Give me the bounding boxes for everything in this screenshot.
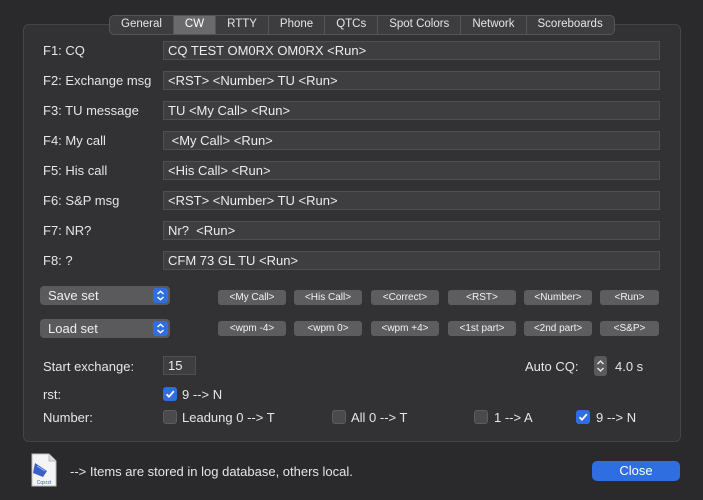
f6-label: F6: S&P msg	[43, 193, 120, 208]
all-0-checkbox[interactable]	[332, 410, 346, 424]
macro-sp-button[interactable]: <S&P>	[600, 321, 659, 336]
f6-message-field[interactable]: <RST> <Number> TU <Run>	[163, 191, 660, 210]
leadung-0-label: Leadung 0 --> T	[182, 410, 275, 425]
f3-label: F3: TU message	[43, 103, 139, 118]
macro-rst-button[interactable]: <RST>	[448, 290, 516, 305]
f8-label: F8: ?	[43, 253, 73, 268]
leadung-0-checkbox[interactable]	[163, 410, 177, 424]
save-set-label: Save set	[48, 288, 99, 303]
macro-his-call-button[interactable]: <His Call>	[294, 290, 362, 305]
app-document-icon: Cqsrzt	[29, 453, 57, 487]
nine-to-n-label: 9 --> N	[596, 410, 637, 425]
macro-correct-button[interactable]: <Correct>	[371, 290, 439, 305]
f7-label: F7: NR?	[43, 223, 92, 238]
rst-label: rst:	[43, 387, 62, 402]
f7-message-field[interactable]: Nr? <Run>	[163, 221, 660, 240]
storage-note: --> Items are stored in log database, ot…	[70, 464, 353, 479]
chevron-updown-icon	[153, 288, 168, 303]
app-icon-text: Cqsrzt	[37, 480, 52, 486]
tab-cw[interactable]: CW	[173, 16, 217, 34]
f2-message-field[interactable]: <RST> <Number> TU <Run>	[163, 71, 660, 90]
nine-to-n-checkbox[interactable]	[576, 410, 590, 424]
one-to-a-label: 1 --> A	[494, 410, 533, 425]
f4-message-field[interactable]: <My Call> <Run>	[163, 131, 660, 150]
one-to-a-checkbox[interactable]	[474, 410, 488, 424]
close-button[interactable]: Close	[592, 461, 680, 481]
load-set-popup[interactable]: Load set	[40, 319, 170, 338]
macro-wpm-0-button[interactable]: <wpm 0>	[294, 321, 362, 336]
macro-run-button[interactable]: <Run>	[600, 290, 659, 305]
number-label: Number:	[43, 410, 93, 425]
tab-bar: General CW RTTY Phone QTCs Spot Colors N…	[109, 15, 615, 35]
all-0-label: All 0 --> T	[351, 410, 408, 425]
rst-9-to-n-label: 9 --> N	[182, 387, 223, 402]
tab-network[interactable]: Network	[461, 16, 527, 34]
f4-label: F4: My call	[43, 133, 106, 148]
macro-number-button[interactable]: <Number>	[524, 290, 592, 305]
chevron-updown-icon	[153, 321, 168, 336]
start-exchange-input[interactable]: 15	[163, 356, 196, 375]
macro-1st-part-button[interactable]: <1st part>	[448, 321, 516, 336]
tab-spot-colors[interactable]: Spot Colors	[378, 16, 462, 34]
tab-general[interactable]: General	[110, 16, 174, 34]
macro-2nd-part-button[interactable]: <2nd part>	[524, 321, 592, 336]
f8-message-field[interactable]: CFM 73 GL TU <Run>	[163, 251, 660, 270]
save-set-popup[interactable]: Save set	[40, 286, 170, 305]
tab-phone[interactable]: Phone	[269, 16, 326, 34]
tab-scoreboards[interactable]: Scoreboards	[527, 16, 614, 34]
rst-9-to-n-checkbox[interactable]	[163, 387, 177, 401]
f5-label: F5: His call	[43, 163, 108, 178]
macro-wpm-minus4-button[interactable]: <wpm -4>	[218, 321, 286, 336]
auto-cq-value: 4.0 s	[615, 359, 644, 374]
start-exchange-label: Start exchange:	[43, 359, 135, 374]
f3-message-field[interactable]: TU <My Call> <Run>	[163, 101, 660, 120]
f5-message-field[interactable]: <His Call> <Run>	[163, 161, 660, 180]
tab-qtcs[interactable]: QTCs	[325, 16, 379, 34]
load-set-label: Load set	[48, 321, 98, 336]
f2-label: F2: Exchange msg	[43, 73, 152, 88]
f1-label: F1: CQ	[43, 43, 85, 58]
macro-wpm-plus4-button[interactable]: <wpm +4>	[371, 321, 439, 336]
tab-rtty[interactable]: RTTY	[216, 16, 269, 34]
auto-cq-label: Auto CQ:	[525, 359, 579, 374]
f1-message-field[interactable]: CQ TEST OM0RX OM0RX <Run>	[163, 41, 660, 60]
macro-my-call-button[interactable]: <My Call>	[218, 290, 286, 305]
auto-cq-stepper[interactable]	[594, 356, 607, 376]
